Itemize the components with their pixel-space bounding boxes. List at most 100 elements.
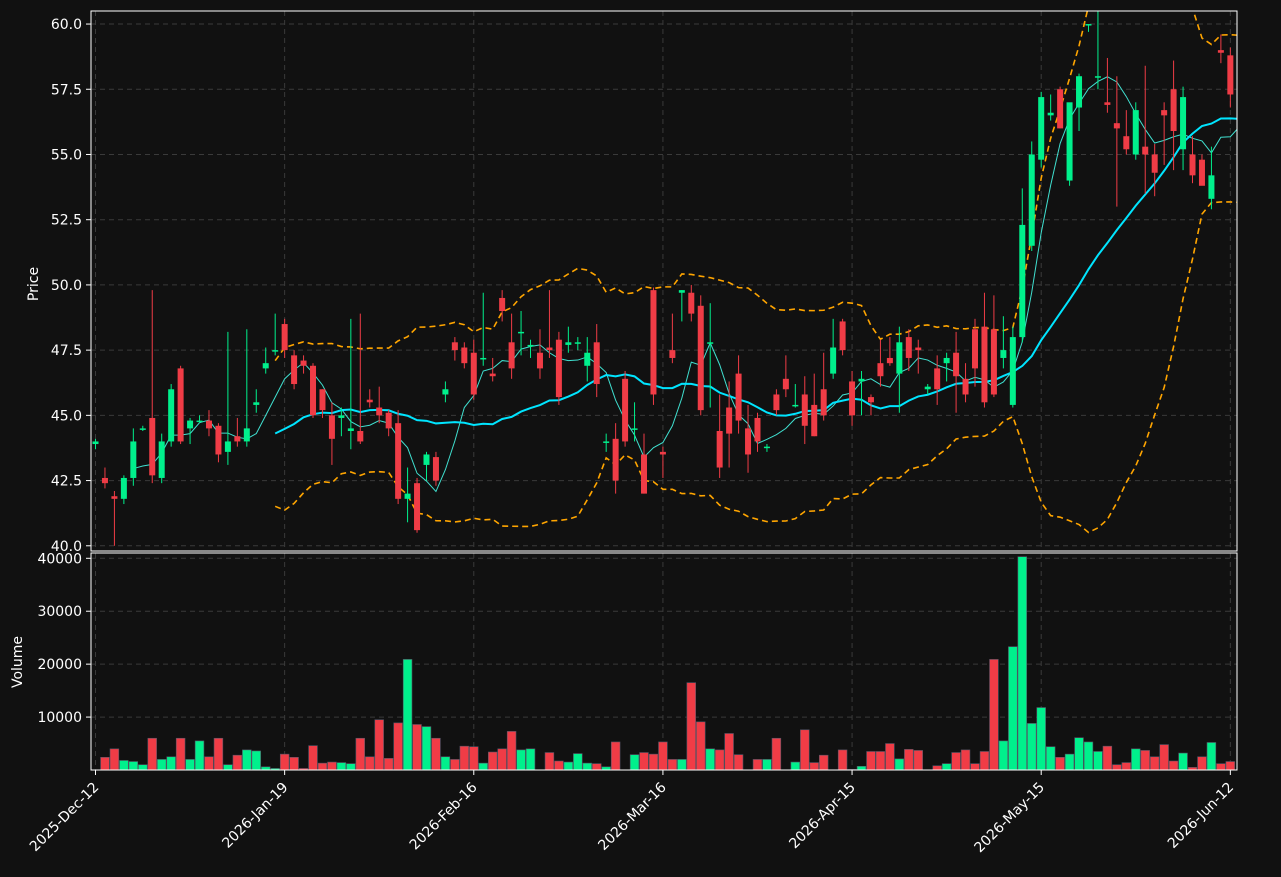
volume-bar — [705, 748, 715, 771]
volume-bar — [1064, 753, 1075, 771]
volume-bar — [204, 756, 214, 771]
volume-bar — [800, 729, 810, 771]
volume-grid — [91, 553, 1237, 770]
candle-body — [149, 417, 156, 476]
candle-body — [962, 378, 969, 395]
volume-bar — [327, 761, 337, 771]
volume-bar — [913, 750, 923, 771]
candle-body — [792, 404, 799, 407]
candle-body — [1123, 136, 1130, 150]
volume-bar — [696, 721, 706, 771]
price-tick-label: 50.0 — [51, 278, 82, 294]
candle-body — [953, 352, 960, 377]
price-axis-label: Price — [26, 267, 42, 301]
candle-body — [366, 399, 373, 403]
volume-bar — [469, 746, 479, 771]
candle-body — [678, 290, 685, 293]
volume-bar — [128, 761, 139, 771]
volume-axis-label: Volume — [10, 636, 26, 688]
candle-body — [849, 381, 856, 416]
candle-body — [811, 404, 818, 437]
candle-body — [830, 347, 837, 374]
candle-body — [981, 326, 988, 403]
volume-bar — [809, 762, 819, 771]
candle-body — [1198, 159, 1205, 186]
candle-body — [1142, 146, 1149, 155]
volume-bar — [365, 756, 375, 771]
candle-body — [272, 350, 279, 352]
candle-body — [555, 339, 562, 398]
volume-tick-label: 10000 — [37, 710, 82, 726]
volume-bar — [677, 759, 687, 771]
volume-bar — [478, 762, 488, 771]
volume-bar — [667, 759, 678, 771]
candle-body — [1047, 112, 1054, 116]
candle-body — [1161, 110, 1168, 116]
volume-bar — [818, 754, 829, 771]
candlestick-chart: 40.0 42.5 45.0 47.5 50.0 52.5 55.0 57.5 60.0 1000… — [0, 0, 1281, 873]
candle-body — [442, 389, 449, 395]
x-tick-label: 2026-May-15 — [971, 780, 1048, 857]
candle-body — [1104, 102, 1111, 105]
volume-bar — [960, 749, 971, 771]
volume-bar — [573, 753, 583, 771]
volume-bar — [1225, 761, 1236, 771]
candle-body — [527, 344, 534, 347]
chart-canvas: 40.042.545.047.550.052.555.057.560.01000… — [10, 10, 1238, 857]
candle-body — [584, 352, 591, 366]
x-tick-label: 2026-Jan-19 — [219, 780, 291, 852]
volume-bar — [658, 741, 668, 771]
candle-body — [518, 331, 525, 334]
candle-body — [432, 457, 439, 481]
candle-body — [177, 368, 184, 442]
candle-body — [1151, 154, 1158, 173]
candle-body — [120, 477, 127, 499]
x-tick-label: 2026-Feb-16 — [407, 779, 481, 853]
volume-bar — [875, 751, 886, 771]
candle-body — [319, 389, 326, 411]
candle-body — [130, 441, 137, 478]
volume-bar — [506, 731, 517, 771]
volume-bar — [412, 724, 422, 771]
candle-body — [754, 417, 761, 442]
candle-body — [196, 420, 203, 423]
volume-bar — [251, 750, 261, 771]
candle-body — [1227, 55, 1234, 95]
volume-bar — [289, 756, 299, 771]
volume-bar — [1045, 746, 1056, 771]
volume-bar — [336, 762, 347, 771]
volume-bar — [175, 737, 186, 771]
candle-body — [1019, 224, 1026, 338]
volume-bar — [1017, 556, 1027, 771]
volume-bar — [109, 748, 120, 771]
volume-bar — [979, 751, 990, 771]
volume-bar — [185, 759, 195, 771]
volume-tick-label: 40000 — [37, 551, 82, 567]
candle-body — [565, 342, 572, 345]
candle-body — [631, 428, 638, 430]
volume-bar — [487, 751, 498, 771]
volume-bar — [648, 753, 659, 771]
candle-body — [688, 292, 695, 314]
candle-body — [1057, 89, 1064, 129]
candle-body — [943, 357, 950, 364]
candle-body — [1009, 337, 1016, 405]
candle-body — [1180, 97, 1187, 150]
candle-body — [641, 454, 648, 494]
volume-bar — [904, 749, 914, 771]
candle-body — [111, 496, 118, 499]
volume-bar — [100, 756, 110, 771]
volume-bar — [1083, 741, 1094, 771]
candle-body — [168, 389, 175, 442]
candle-body — [404, 493, 411, 499]
volume-bar — [1140, 750, 1150, 771]
candle-body — [697, 305, 704, 411]
volume-bar — [894, 758, 905, 771]
candle-body — [1170, 89, 1177, 131]
candle-body — [1066, 102, 1073, 181]
volume-bar — [459, 745, 470, 771]
price-tick-label: 60.0 — [51, 17, 82, 33]
candle-body — [726, 407, 733, 434]
volume-bar — [866, 751, 876, 771]
volume-bar — [714, 749, 725, 771]
